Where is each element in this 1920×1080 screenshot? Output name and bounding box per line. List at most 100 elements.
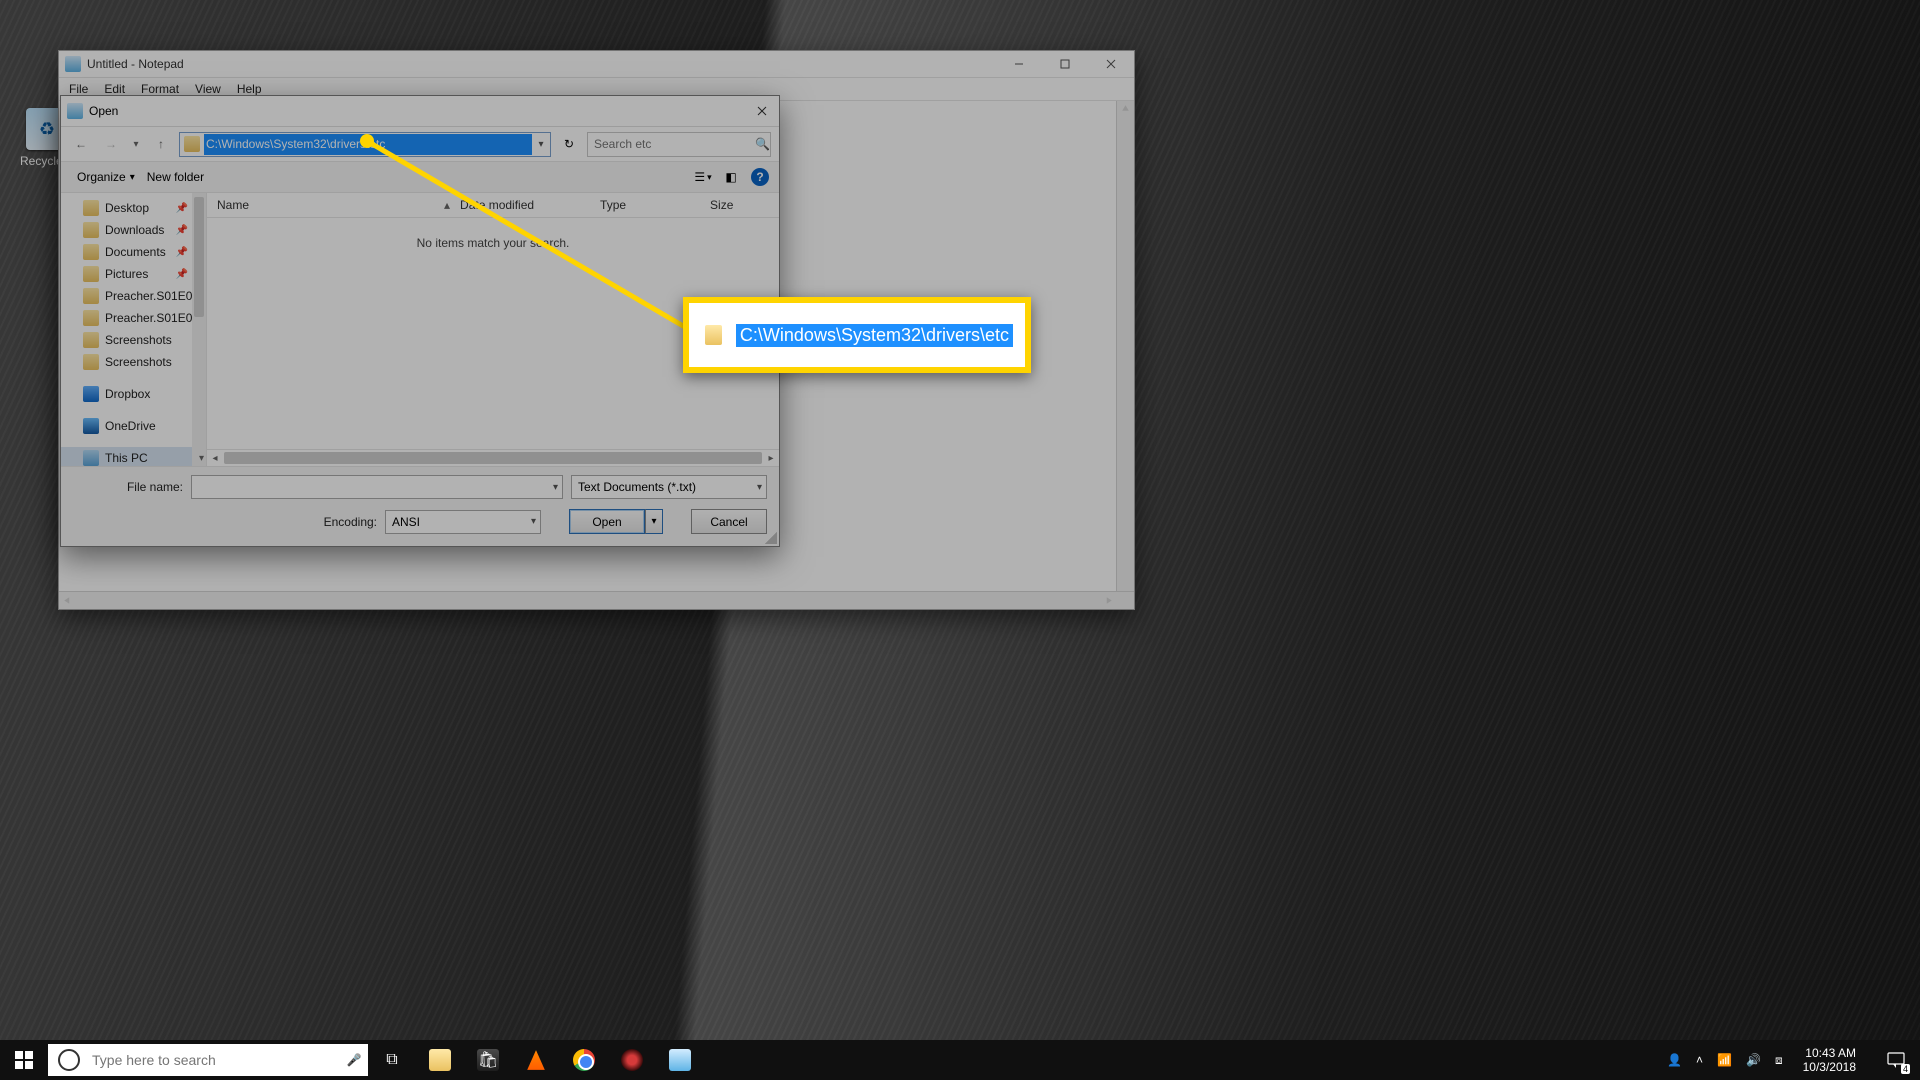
tree-item[interactable]: Screenshots [61, 329, 206, 351]
horizontal-scrollbar[interactable] [59, 591, 1134, 609]
listing-hscroll[interactable]: ◂ ▸ [207, 449, 779, 466]
tree-item[interactable]: Screenshots [61, 351, 206, 373]
tree-item[interactable]: Downloads📌 [61, 219, 206, 241]
dropbox-tray-icon[interactable]: ⧈ [1775, 1053, 1783, 1068]
forward-button[interactable]: → [99, 132, 123, 156]
open-button[interactable]: Open [569, 509, 645, 534]
tree-item[interactable]: Pictures📌 [61, 263, 206, 285]
folder-icon [83, 244, 99, 260]
file-name-input[interactable] [191, 475, 563, 499]
file-name-label: File name: [73, 480, 183, 494]
tree-item[interactable]: OneDrive [61, 415, 206, 437]
taskbar-search[interactable]: 🎤 [48, 1044, 368, 1076]
folder-icon [83, 200, 99, 216]
network-icon[interactable]: 📶 [1717, 1053, 1732, 1067]
tree-item[interactable]: Desktop 📌 [61, 197, 206, 219]
notepad-titlebar[interactable]: Untitled - Notepad [59, 51, 1134, 78]
open-button-group: Open ▾ [569, 509, 663, 534]
open-dialog-title: Open [89, 104, 745, 118]
search-box[interactable]: 🔍 [587, 132, 771, 157]
system-tray: 👤 ˄ 📶 🔊 ⧈ 10:43 AM 10/3/2018 4 [1667, 1040, 1920, 1080]
tree-item-label: Preacher.S01E03 [105, 311, 199, 325]
col-type[interactable]: Type [590, 198, 700, 212]
new-folder-button[interactable]: New folder [141, 167, 210, 187]
refresh-button[interactable]: ↻ [557, 132, 581, 156]
open-split-dropdown[interactable]: ▾ [645, 509, 663, 534]
time: 10:43 AM [1803, 1046, 1856, 1060]
taskbar-search-input[interactable] [90, 1051, 340, 1069]
mic-icon[interactable]: 🎤 [340, 1053, 368, 1067]
date: 10/3/2018 [1803, 1060, 1856, 1074]
pin-icon: 📌 [176, 269, 188, 280]
resize-grip[interactable] [765, 532, 777, 544]
cancel-button[interactable]: Cancel [691, 509, 767, 534]
view-options-button[interactable]: ☰▾ [689, 164, 717, 190]
tray-overflow-icon[interactable]: ˄ [1696, 1053, 1703, 1067]
hscroll-right-icon[interactable]: ▸ [763, 453, 779, 464]
tree-item-label: Screenshots [105, 333, 172, 347]
close-button[interactable] [1088, 51, 1134, 77]
col-size[interactable]: Size [700, 198, 779, 212]
sort-indicator-icon: ▴ [434, 198, 450, 212]
maximize-button[interactable] [1042, 51, 1088, 77]
file-explorer-icon[interactable] [416, 1040, 464, 1080]
hscroll-thumb[interactable] [224, 452, 762, 464]
col-name[interactable]: Name [207, 198, 442, 212]
store-icon[interactable]: 🛍 [464, 1040, 512, 1080]
chrome-icon[interactable] [560, 1040, 608, 1080]
up-button[interactable]: ↑ [149, 132, 173, 156]
hscroll-left-icon[interactable]: ◂ [207, 453, 223, 464]
windows-icon [15, 1051, 33, 1069]
dialog-close-button[interactable] [745, 96, 779, 126]
tree-item[interactable]: Preacher.S01E03 [61, 307, 206, 329]
volume-icon[interactable]: 🔊 [1746, 1053, 1761, 1067]
minimize-button[interactable] [996, 51, 1042, 77]
recent-dropdown[interactable]: ▾ [129, 132, 143, 156]
back-button[interactable]: ← [69, 132, 93, 156]
notification-count: 4 [1901, 1064, 1910, 1074]
notepad-taskbar-icon[interactable] [656, 1040, 704, 1080]
tree-scrollbar[interactable] [192, 193, 206, 466]
folder-icon [83, 354, 99, 370]
tree-item[interactable]: Preacher.S01E02 [61, 285, 206, 307]
tree-item-label: OneDrive [105, 419, 156, 433]
file-type-filter[interactable]: Text Documents (*.txt) [571, 475, 767, 499]
pin-icon: 📌 [176, 203, 188, 214]
col-date[interactable]: Date modified [450, 198, 590, 212]
pc-icon [83, 450, 99, 466]
vertical-scrollbar[interactable] [1116, 101, 1134, 592]
search-input[interactable] [588, 134, 755, 155]
help-button[interactable]: ? [751, 168, 769, 186]
tree-item-label: Preacher.S01E02 [105, 289, 199, 303]
folder-icon [184, 136, 200, 152]
one-icon [83, 418, 99, 434]
encoding-select[interactable]: ANSI [385, 510, 541, 534]
drop-icon [83, 386, 99, 402]
tree-item[interactable]: This PC [61, 447, 206, 466]
action-center-button[interactable]: 4 [1876, 1040, 1916, 1080]
clock[interactable]: 10:43 AM 10/3/2018 [1797, 1046, 1862, 1074]
pin-icon: 📌 [176, 225, 188, 236]
vlc-icon[interactable] [512, 1040, 560, 1080]
column-headers[interactable]: Name ▴ Date modified Type Size [207, 193, 779, 218]
notepad-title: Untitled - Notepad [87, 57, 996, 71]
preview-pane-button[interactable]: ◧ [717, 164, 745, 190]
tree-item[interactable]: Documents📌 [61, 241, 206, 263]
callout-dot [360, 134, 374, 148]
address-dropdown[interactable]: ▾ [532, 139, 550, 150]
start-button[interactable] [0, 1040, 48, 1080]
people-icon[interactable]: 👤 [1667, 1053, 1682, 1067]
tree-item[interactable]: Dropbox [61, 383, 206, 405]
open-dialog: Open ← → ▾ ↑ ▾ ↻ 🔍 Organize▾ New folder … [60, 95, 780, 547]
navigation-tree[interactable]: Desktop📌Downloads📌Documents📌Pictures📌Pre… [61, 193, 207, 466]
search-icon: 🔍 [755, 137, 770, 151]
task-view-button[interactable]: ⧉ [368, 1040, 416, 1080]
tree-item-label: Desktop [105, 201, 149, 215]
callout-address: C:\Windows\System32\drivers\etc [736, 324, 1013, 347]
organize-menu[interactable]: Organize▾ [71, 167, 141, 187]
open-dialog-titlebar[interactable]: Open [61, 96, 779, 127]
dialog-toolbar: Organize▾ New folder ☰▾ ◧ ? [61, 161, 779, 193]
app-icon[interactable] [608, 1040, 656, 1080]
tree-item-label: Dropbox [105, 387, 150, 401]
tree-expand-icon[interactable]: ▾ [199, 453, 204, 464]
